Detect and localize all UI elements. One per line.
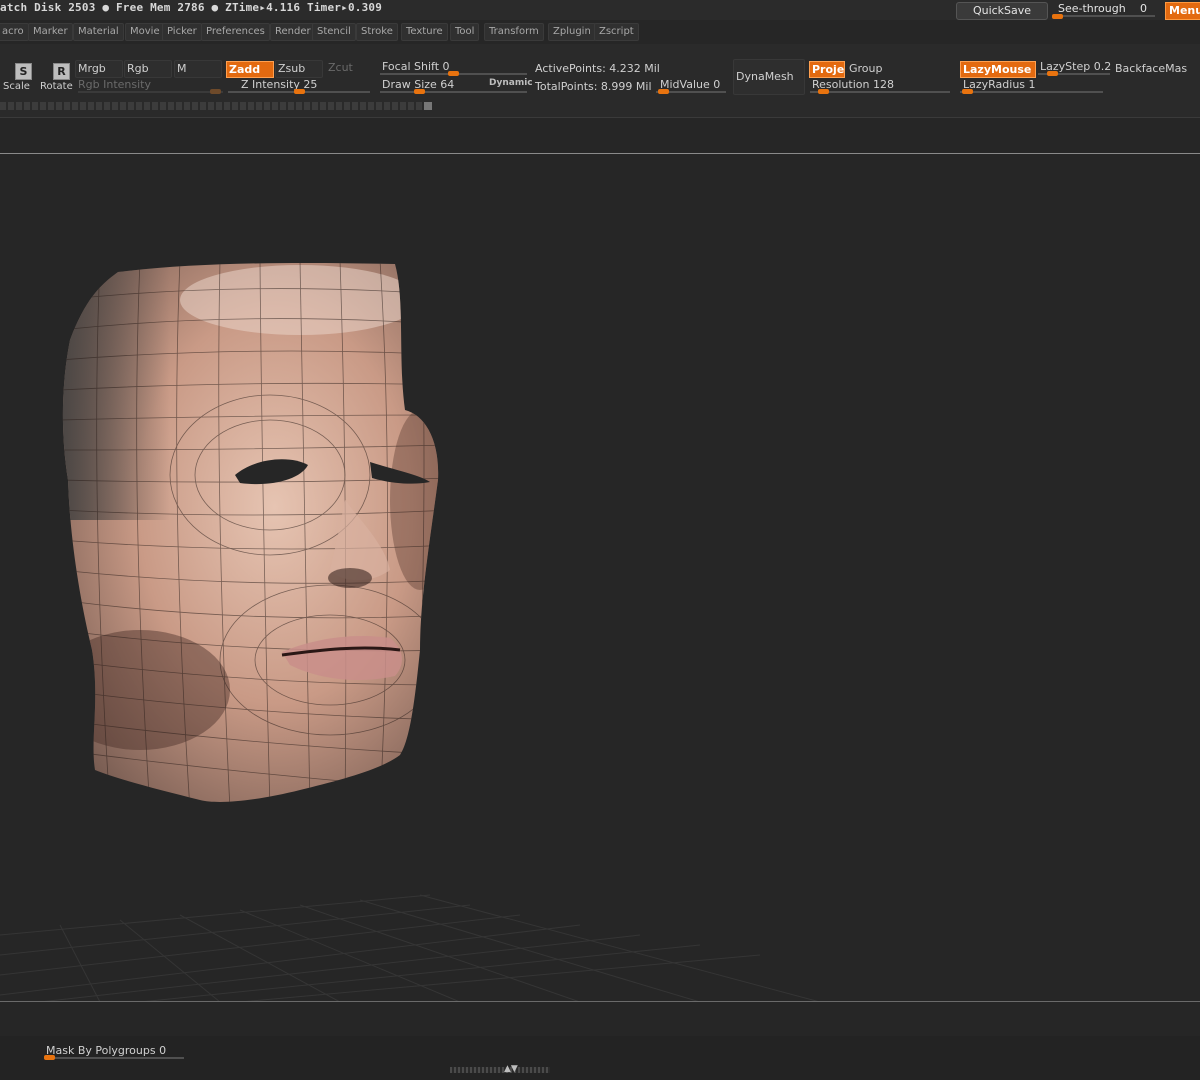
group-button[interactable]: Group (849, 62, 883, 75)
dynamesh-label: DynaMesh (736, 70, 794, 83)
rotate-icon[interactable]: R (53, 63, 70, 80)
document-canvas[interactable] (0, 154, 1200, 1003)
mrgb-button[interactable]: Mrgb (75, 60, 123, 78)
resolution-slider[interactable] (810, 91, 950, 93)
lazyradius-slider-knob[interactable] (962, 89, 973, 94)
menu-item-movie[interactable]: Movie (125, 23, 165, 41)
draw-size-slider-knob[interactable] (414, 89, 425, 94)
top-status-bar: atch Disk 2503 ● Free Mem 2786 ● ZTime▸4… (0, 0, 1200, 20)
main-menu-bar: acro Marker Material Movie Picker Prefer… (0, 20, 1200, 44)
bottom-shelf-grip[interactable] (450, 1067, 550, 1073)
scale-label: Scale (3, 81, 30, 92)
resolution-slider-knob[interactable] (818, 89, 829, 94)
see-through-value: 0 (1140, 2, 1147, 15)
draw-size-slider[interactable] (380, 91, 527, 93)
zadd-button[interactable]: Zadd (226, 61, 274, 78)
z-intensity-label: Z Intensity 25 (241, 78, 318, 91)
mask-by-polygroups-slider-knob[interactable] (44, 1055, 55, 1060)
menu-item-texture[interactable]: Texture (401, 23, 448, 41)
total-points-readout: TotalPoints: 8.999 Mil (535, 80, 652, 93)
mask-by-polygroups-label: Mask By Polygroups 0 (46, 1044, 167, 1057)
lazyradius-slider[interactable] (960, 91, 1103, 93)
menu-item-tool[interactable]: Tool (450, 23, 480, 41)
quicksave-button[interactable]: QuickSave (956, 2, 1048, 20)
mid-value-slider-knob[interactable] (658, 89, 669, 94)
head-model-render (0, 262, 821, 1003)
mask-by-polygroups-slider[interactable] (44, 1057, 184, 1059)
menu-item-material[interactable]: Material (73, 23, 124, 41)
menu-item-picker[interactable]: Picker (162, 23, 202, 41)
see-through-slider-knob[interactable] (1052, 14, 1063, 19)
menu-item-marker[interactable]: Marker (28, 23, 73, 41)
expand-shelf-icon[interactable]: ▲▼ (504, 1064, 518, 1074)
zcut-label[interactable]: Zcut (328, 61, 353, 74)
dynamic-button[interactable]: Dynamic (489, 78, 533, 88)
mrgb-label: Mrgb (78, 62, 106, 75)
lazymouse-button[interactable]: LazyMouse (960, 61, 1036, 78)
rgb-label: Rgb (127, 62, 149, 75)
menu-item-zplugin[interactable]: Zplugin (548, 23, 596, 41)
m-label: M (177, 62, 187, 75)
project-button[interactable]: Proje (809, 61, 845, 78)
rgb-intensity-slider[interactable] (78, 91, 223, 93)
see-through-slider[interactable] (1055, 15, 1155, 17)
progress-strip-end (424, 102, 432, 110)
focal-shift-label: Focal Shift 0 (382, 60, 450, 73)
progress-strip (0, 102, 428, 110)
status-text: atch Disk 2503 ● Free Mem 2786 ● ZTime▸4… (0, 1, 383, 14)
rgb-intensity-slider-knob[interactable] (210, 89, 221, 94)
rgb-button[interactable]: Rgb (124, 60, 172, 78)
dynamesh-button[interactable]: DynaMesh (733, 59, 805, 95)
focal-shift-slider-knob[interactable] (448, 71, 459, 76)
menu-item-stroke[interactable]: Stroke (356, 23, 398, 41)
menu-item-macro[interactable]: acro (0, 23, 29, 41)
rgb-intensity-label: Rgb Intensity (78, 78, 151, 91)
z-intensity-slider-knob[interactable] (294, 89, 305, 94)
see-through-label: See-through (1058, 2, 1126, 15)
zsub-button[interactable]: Zsub (275, 60, 323, 78)
menus-button[interactable]: Menus (1165, 2, 1200, 20)
m-button[interactable]: M (174, 60, 222, 78)
backface-mask-button[interactable]: BackfaceMas (1115, 62, 1187, 75)
menu-item-render[interactable]: Render (270, 23, 316, 41)
active-points-readout: ActivePoints: 4.232 Mil (535, 62, 660, 75)
toolbar-divider (0, 117, 1200, 118)
zsub-label: Zsub (278, 62, 306, 75)
canvas-bottom-border (0, 1001, 1200, 1002)
bottom-shelf: Mask By Polygroups 0 ▲▼ (0, 1036, 1200, 1080)
lazystep-slider-knob[interactable] (1047, 71, 1058, 76)
scale-icon[interactable]: S (15, 63, 32, 80)
menu-item-stencil[interactable]: Stencil (312, 23, 356, 41)
lazyradius-label: LazyRadius 1 (963, 78, 1036, 91)
menu-item-preferences[interactable]: Preferences (201, 23, 270, 41)
rotate-label: Rotate (40, 81, 73, 92)
menu-item-transform[interactable]: Transform (484, 23, 544, 41)
menu-item-zscript[interactable]: Zscript (594, 23, 639, 41)
mid-value-label: MidValue 0 (660, 78, 721, 91)
